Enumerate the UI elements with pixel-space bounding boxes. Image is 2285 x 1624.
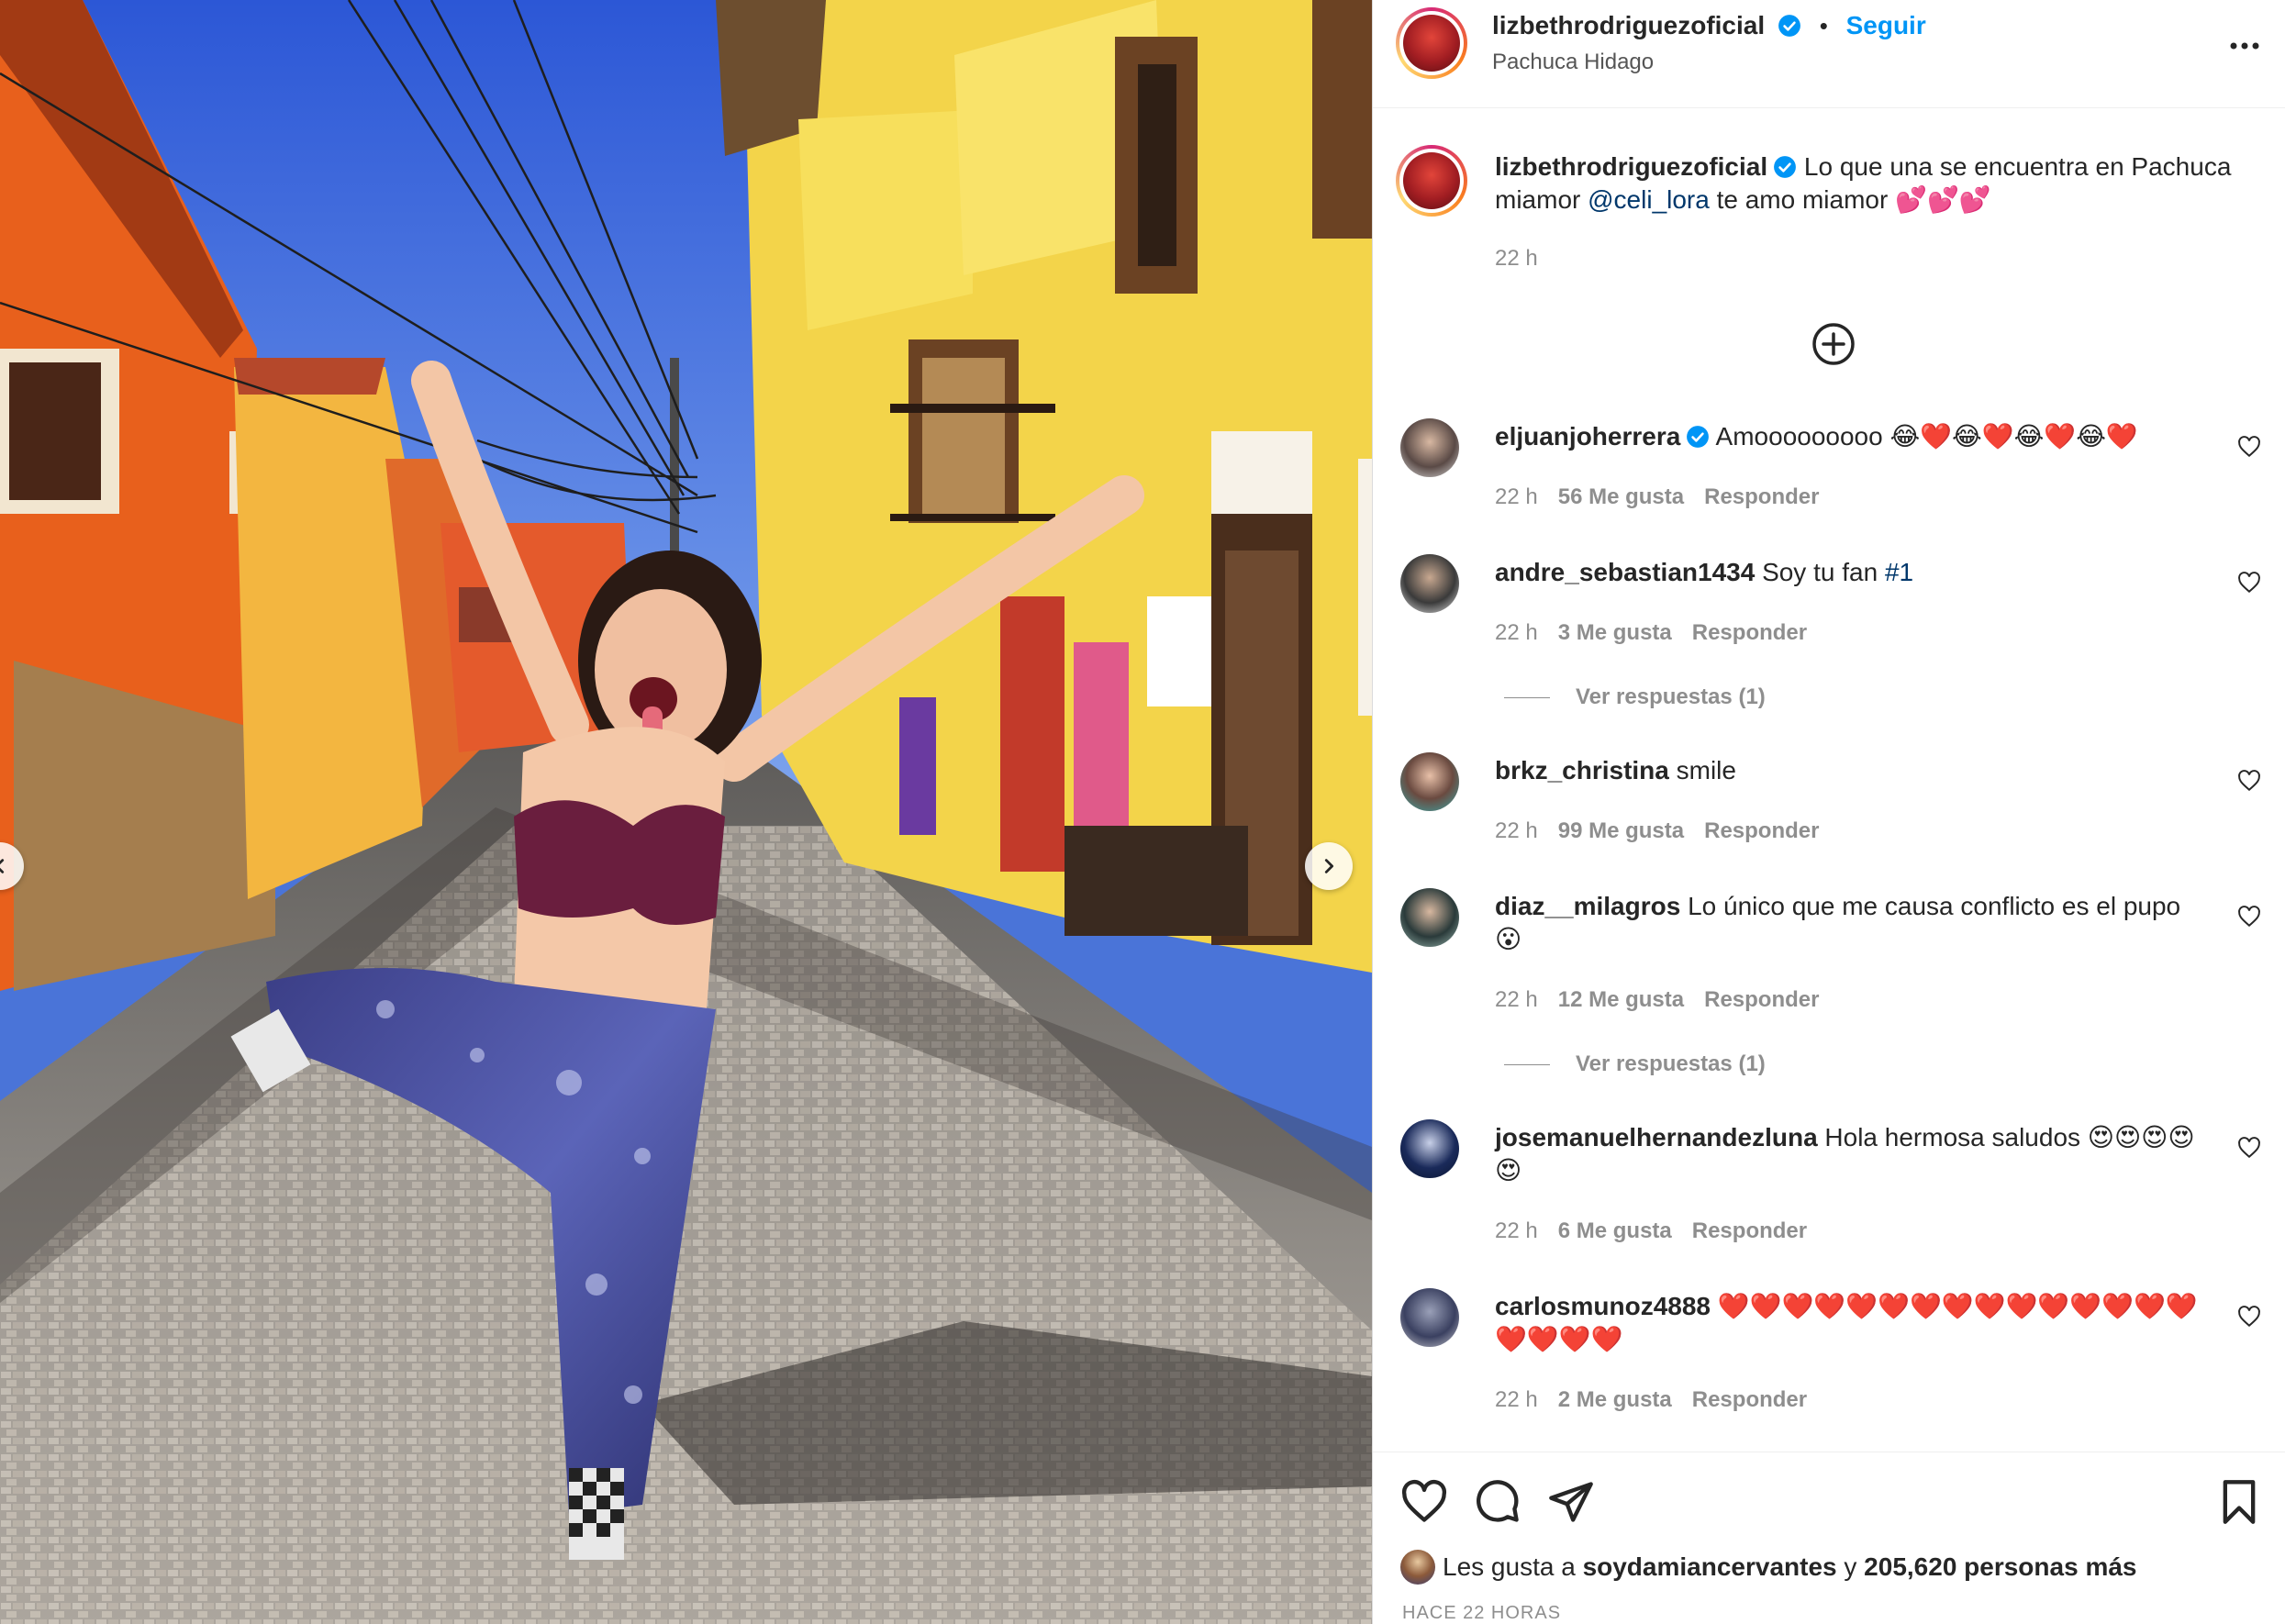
commenter-username[interactable]: carlosmunoz4888 <box>1495 1292 1711 1320</box>
liker-avatar[interactable] <box>1400 1550 1435 1585</box>
view-replies-button[interactable]: Ver respuestas (1) <box>1504 1051 1766 1077</box>
post-photo[interactable] <box>0 0 1372 1624</box>
reply-button[interactable]: Responder <box>1692 1218 1807 1243</box>
heart-icon[interactable] <box>2237 1305 2261 1329</box>
comment-time[interactable]: 22 h <box>1495 1218 1538 1243</box>
likes-count[interactable]: 205,620 personas más <box>1864 1552 2136 1581</box>
reply-button[interactable]: Responder <box>1704 818 1819 843</box>
post-actions-footer: Les gusta a soydamiancervantes y 205,620… <box>1373 1452 2285 1624</box>
caption-avatar[interactable] <box>1396 145 1467 217</box>
comment-time[interactable]: 22 h <box>1495 620 1538 645</box>
reply-button[interactable]: Responder <box>1692 1387 1807 1412</box>
liker-username[interactable]: soydamiancervantes <box>1583 1552 1837 1581</box>
commenter-avatar[interactable] <box>1400 418 1459 477</box>
commenter-username[interactable]: diaz__milagros <box>1495 892 1680 920</box>
comment-likes[interactable]: 99 Me gusta <box>1558 818 1684 843</box>
post-location[interactable]: Pachuca Hidago <box>1492 50 1654 75</box>
post-date[interactable]: HACE 22 HORAS <box>1402 1603 1561 1624</box>
comment-body: Amooooooooo 😂❤️😂❤️😂❤️😂❤️ <box>1715 422 2138 450</box>
comment-text: diaz__milagros Lo único que me causa con… <box>1495 890 2211 956</box>
caption-username[interactable]: lizbethrodriguezoficial <box>1495 152 1767 181</box>
chevron-right-icon <box>1324 859 1334 873</box>
comment-body: Soy tu fan <box>1762 558 1885 586</box>
commenter-avatar[interactable] <box>1400 888 1459 947</box>
commenter-username[interactable]: eljuanjoherrera <box>1495 422 1680 450</box>
add-circle-icon[interactable] <box>1811 321 1856 367</box>
caption-body-end: te amo miamor 💕💕💕 <box>1709 185 1991 214</box>
likes-summary: Les gusta a soydamiancervantes y 205,620… <box>1400 1550 2136 1585</box>
caption-mention[interactable]: @celi_lora <box>1588 185 1710 214</box>
reply-button[interactable]: Responder <box>1692 620 1807 645</box>
comment-text: carlosmunoz4888 ❤️❤️❤️❤️❤️❤️❤️❤️❤️❤️❤️❤️… <box>1495 1290 2211 1356</box>
view-replies-label: Ver respuestas (1) <box>1576 684 1766 709</box>
chevron-left-icon <box>0 859 5 873</box>
comment-meta: 22 h 2 Me gusta Responder <box>1495 1387 1827 1413</box>
comment-likes[interactable]: 12 Me gusta <box>1558 987 1684 1012</box>
likes-conj: y <box>1836 1552 1865 1581</box>
commenter-username[interactable]: andre_sebastian1434 <box>1495 558 1755 586</box>
commenter-username[interactable]: josemanuelhernandezluna <box>1495 1123 1818 1151</box>
commenter-avatar[interactable] <box>1400 752 1459 811</box>
comment-body: smile <box>1676 756 1736 784</box>
comment-icon[interactable] <box>1474 1478 1521 1526</box>
caption-time[interactable]: 22 h <box>1495 246 1538 272</box>
comment-likes[interactable]: 2 Me gusta <box>1558 1387 1672 1412</box>
heart-icon[interactable] <box>2237 571 2261 595</box>
caption-text: lizbethrodriguezoficial Lo que una se en… <box>1495 150 2266 217</box>
verified-badge-icon <box>1778 15 1800 37</box>
commenter-avatar[interactable] <box>1400 1119 1459 1178</box>
carousel-next-button[interactable] <box>1305 842 1353 890</box>
likes-prefix: Les gusta a <box>1443 1552 1583 1581</box>
view-replies-label: Ver respuestas (1) <box>1576 1051 1766 1076</box>
reply-button[interactable]: Responder <box>1704 987 1819 1012</box>
commenter-username[interactable]: brkz_christina <box>1495 756 1669 784</box>
comment-text: brkz_christina smile <box>1495 754 2211 787</box>
comment-likes[interactable]: 6 Me gusta <box>1558 1218 1672 1243</box>
heart-icon[interactable] <box>2237 1136 2261 1160</box>
post-side-panel: lizbethrodriguezoficial • Seguir Pachuca… <box>1372 0 2285 1624</box>
commenter-avatar[interactable] <box>1400 1288 1459 1347</box>
verified-badge-icon <box>1774 156 1797 178</box>
heart-icon[interactable] <box>1400 1478 1448 1526</box>
verified-badge-icon <box>1687 426 1710 448</box>
author-username[interactable]: lizbethrodriguezoficial <box>1492 11 1765 39</box>
comment-meta: 22 h 3 Me gusta Responder <box>1495 620 1827 646</box>
separator-dot: • <box>1819 12 1828 39</box>
heart-icon[interactable] <box>2237 769 2261 793</box>
comment-time[interactable]: 22 h <box>1495 987 1538 1012</box>
heart-icon[interactable] <box>2237 435 2261 459</box>
reply-button[interactable]: Responder <box>1704 484 1819 509</box>
comment-text: eljuanjoherrera Amooooooooo 😂❤️😂❤️😂❤️😂❤️ <box>1495 420 2211 453</box>
comment-time[interactable]: 22 h <box>1495 484 1538 509</box>
author-avatar[interactable] <box>1396 7 1467 79</box>
comment-hashtag[interactable]: #1 <box>1885 558 1913 586</box>
author-row: lizbethrodriguezoficial • Seguir <box>1492 11 1926 40</box>
more-options-icon[interactable] <box>2222 28 2268 64</box>
comment-meta: 22 h 99 Me gusta Responder <box>1495 818 1839 844</box>
bookmark-icon[interactable] <box>2215 1478 2263 1526</box>
comment-likes[interactable]: 56 Me gusta <box>1558 484 1684 509</box>
comment-meta: 22 h 56 Me gusta Responder <box>1495 484 1839 510</box>
comment-text: josemanuelhernandezluna Hola hermosa sal… <box>1495 1121 2211 1187</box>
comment-time[interactable]: 22 h <box>1495 1387 1538 1412</box>
comment-likes[interactable]: 3 Me gusta <box>1558 620 1672 645</box>
comment-meta: 22 h 12 Me gusta Responder <box>1495 987 1839 1013</box>
commenter-avatar[interactable] <box>1400 554 1459 613</box>
comment-meta: 22 h 6 Me gusta Responder <box>1495 1218 1827 1244</box>
street-scene-image <box>0 0 1372 1624</box>
comment-text: andre_sebastian1434 Soy tu fan #1 <box>1495 556 2211 589</box>
follow-button[interactable]: Seguir <box>1846 11 1926 39</box>
comment-time[interactable]: 22 h <box>1495 818 1538 843</box>
heart-icon[interactable] <box>2237 905 2261 929</box>
send-icon[interactable] <box>1547 1478 1595 1526</box>
post-header: lizbethrodriguezoficial • Seguir Pachuca… <box>1373 0 2285 108</box>
view-replies-button[interactable]: Ver respuestas (1) <box>1504 684 1766 710</box>
